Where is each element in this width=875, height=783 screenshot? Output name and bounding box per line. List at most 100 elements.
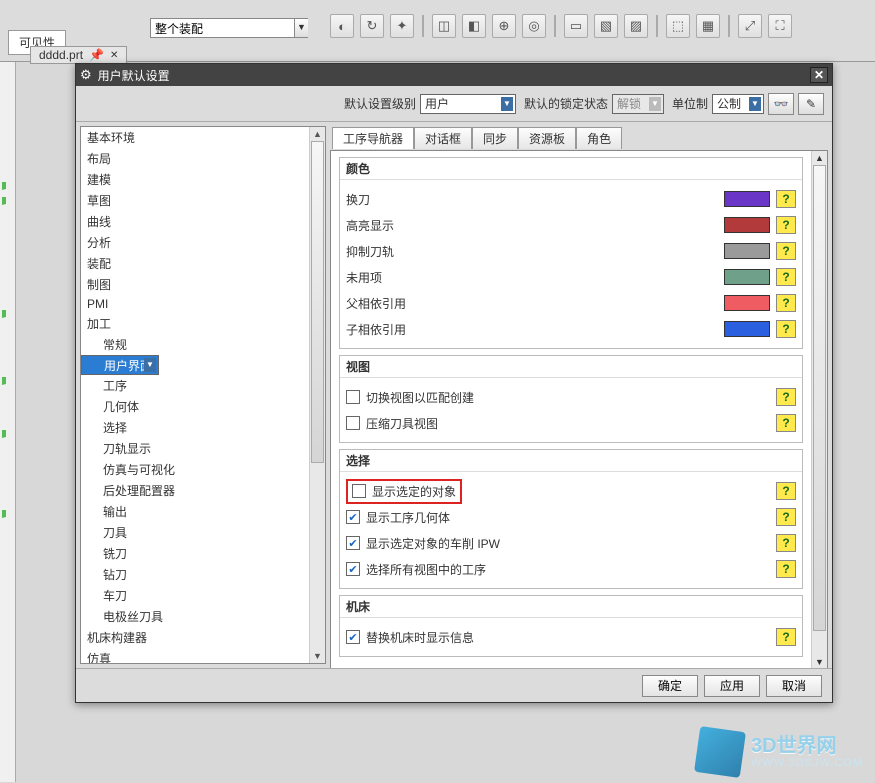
checkbox[interactable] [352,484,366,498]
unit-select[interactable]: 公制 [712,94,764,114]
tree-item[interactable]: 加工 [81,313,309,334]
wand-icon[interactable]: ✎ [798,93,824,115]
settings-group: 颜色换刀?高亮显示?抑制刀轨?未用项?父相依引用?子相依引用? [339,157,803,349]
setting-row: 高亮显示? [346,212,796,238]
close-icon[interactable]: ✕ [810,67,828,83]
color-swatch[interactable] [724,321,770,337]
tree-item[interactable]: 机床构建器 [81,627,309,648]
setting-label: 压缩刀具视图 [366,415,438,432]
setting-label: 替换机床时显示信息 [366,629,474,646]
help-icon[interactable]: ? [776,190,796,208]
dropdown-icon[interactable]: ▼ [294,19,308,37]
pin-icon[interactable]: 📌 [89,48,104,62]
tree-item[interactable]: 几何体 [81,396,309,417]
help-icon[interactable]: ? [776,294,796,312]
checkbox[interactable] [346,562,360,576]
tree-item[interactable]: PMI [81,295,309,313]
tree-item[interactable]: 刀轨显示 [81,438,309,459]
tree-item[interactable]: 布局 [81,148,309,169]
tree-item[interactable]: 选择 [81,417,309,438]
tree-item[interactable]: 仿真 [81,648,309,663]
help-icon[interactable]: ? [776,482,796,500]
help-icon[interactable]: ? [776,508,796,526]
tree-item[interactable]: 装配 [81,253,309,274]
tool-icon[interactable]: ▧ [594,14,618,38]
lock-label: 默认的锁定状态 [524,95,608,112]
user-defaults-dialog: ⚙ 用户默认设置 ✕ 默认设置级别 用户 默认的锁定状态 解锁 单位制 公制 👓… [75,63,833,703]
help-icon[interactable]: ? [776,628,796,646]
tab-0[interactable]: 工序导航器 [332,127,414,149]
tree-scrollbar[interactable]: ▲▼ [309,127,325,663]
tree-item[interactable]: 后处理配置器 [81,480,309,501]
color-swatch[interactable] [724,243,770,259]
tab-4[interactable]: 角色 [576,127,622,149]
file-tab[interactable]: dddd.prt 📌 ✕ [30,46,127,64]
tree-item[interactable]: 用户界面 [81,355,159,375]
color-swatch[interactable] [724,217,770,233]
content-scrollbar[interactable]: ▲▼ [811,151,827,668]
tab-2[interactable]: 同步 [472,127,518,149]
file-tab-label: dddd.prt [39,48,83,62]
ok-button[interactable]: 确定 [642,675,698,697]
tool-icon[interactable]: ▨ [624,14,648,38]
tool-icon[interactable]: ◧ [462,14,486,38]
tool-icon[interactable]: ↻ [360,14,384,38]
dialog-title: 用户默认设置 [98,67,170,84]
color-swatch[interactable] [724,269,770,285]
tool-icon[interactable]: ▦ [696,14,720,38]
dialog-footer: 确定 应用 取消 [76,668,832,702]
tool-icon[interactable]: ◐ [330,14,354,38]
color-swatch[interactable] [724,191,770,207]
logo-cube-icon [694,726,746,778]
checkbox[interactable] [346,390,360,404]
checkbox[interactable] [346,536,360,550]
tree-item[interactable]: 输出 [81,501,309,522]
help-icon[interactable]: ? [776,388,796,406]
tool-icon[interactable]: ⬚ [666,14,690,38]
glasses-icon[interactable]: 👓 [768,93,794,115]
tool-icon[interactable]: ◫ [432,14,456,38]
tool-icon[interactable]: ✦ [390,14,414,38]
color-swatch[interactable] [724,295,770,311]
tree-item[interactable]: 分析 [81,232,309,253]
help-icon[interactable]: ? [776,268,796,286]
tree-item[interactable]: 仿真与可视化 [81,459,309,480]
checkbox[interactable] [346,630,360,644]
apply-button[interactable]: 应用 [704,675,760,697]
tool-icon[interactable]: ⤢ [738,14,762,38]
help-icon[interactable]: ? [776,414,796,432]
tree-item[interactable]: 草图 [81,190,309,211]
tool-icon[interactable]: ⊕ [492,14,516,38]
tool-icon[interactable]: ▭ [564,14,588,38]
checkbox[interactable] [346,416,360,430]
tree-item[interactable]: 铣刀 [81,543,309,564]
close-tab-icon[interactable]: ✕ [110,50,118,61]
tab-3[interactable]: 资源板 [518,127,576,149]
help-icon[interactable]: ? [776,216,796,234]
tree-item[interactable]: 电极丝刀具 [81,606,309,627]
tool-icon[interactable]: ◎ [522,14,546,38]
help-icon[interactable]: ? [776,560,796,578]
tree-item[interactable]: 工序 [81,375,309,396]
cancel-button[interactable]: 取消 [766,675,822,697]
assembly-select[interactable] [150,18,308,38]
setting-label: 父相依引用 [346,295,724,312]
help-icon[interactable]: ? [776,320,796,338]
help-icon[interactable]: ? [776,534,796,552]
tab-1[interactable]: 对话框 [414,127,472,149]
setting-label: 抑制刀轨 [346,243,724,260]
tree-item[interactable]: 曲线 [81,211,309,232]
tree-item[interactable]: 制图 [81,274,309,295]
tree-item[interactable]: 钻刀 [81,564,309,585]
tree-item[interactable]: 基本环境 [81,127,309,148]
tree-item[interactable]: 车刀 [81,585,309,606]
checkbox[interactable] [346,510,360,524]
tool-icon[interactable]: ⛶ [768,14,792,38]
tree-item[interactable]: 常规 [81,334,309,355]
tree-item[interactable]: 建模 [81,169,309,190]
setting-label: 未用项 [346,269,724,286]
level-select[interactable]: 用户 [420,94,516,114]
settings-group: 选择显示选定的对象?显示工序几何体?显示选定对象的车削 IPW?选择所有视图中的… [339,449,803,589]
tree-item[interactable]: 刀具 [81,522,309,543]
help-icon[interactable]: ? [776,242,796,260]
